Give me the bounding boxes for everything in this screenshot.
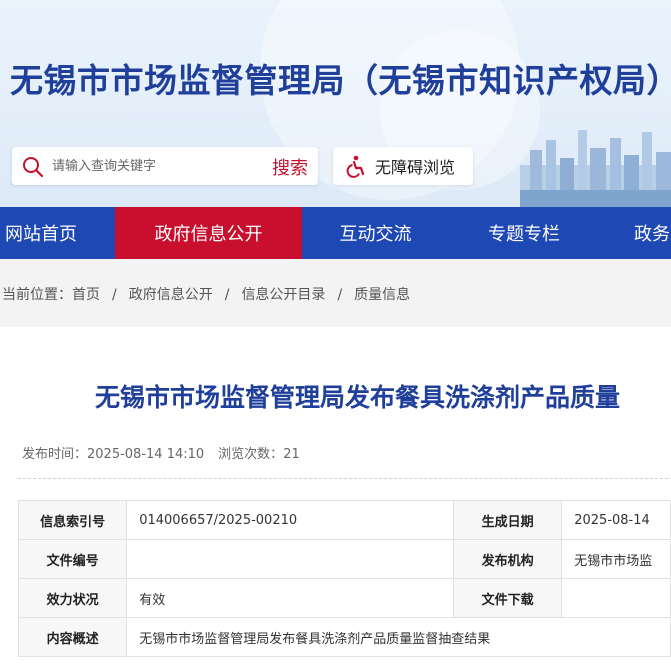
breadcrumb-separator: /: [337, 287, 343, 303]
table-row: 文件编号 发布机构 无锡市市场监: [17, 539, 671, 579]
search-icon[interactable]: [21, 155, 45, 179]
breadcrumb-bar: 当前位置：首页 / 政府信息公开 / 信息公开目录 / 质量信息: [0, 259, 671, 327]
divider: [18, 478, 671, 479]
publish-time: 2025-08-14 14:10: [87, 447, 205, 462]
table-row: 信息索引号 014006657/2025-00210 生成日期 2025-08-…: [17, 500, 671, 540]
view-count: 21: [283, 447, 300, 462]
breadcrumb-separator: /: [224, 287, 230, 303]
table-label: 文件下载: [453, 578, 563, 618]
breadcrumb-quality-info[interactable]: 质量信息: [354, 287, 410, 303]
table-label: 内容概述: [17, 617, 128, 657]
table-value: [126, 539, 455, 579]
nav-item-home[interactable]: 网站首页: [0, 207, 82, 259]
table-value: 无锡市市场监: [561, 539, 671, 579]
search-button[interactable]: 搜索: [272, 154, 308, 180]
article-meta: 发布时间：2025-08-14 14:10 浏览次数：21: [22, 443, 300, 462]
file-download-link[interactable]: [561, 578, 671, 618]
nav-item-gov-affairs[interactable]: 政务: [620, 207, 671, 259]
nav-item-gov-info[interactable]: 政府信息公开: [115, 207, 302, 259]
search-input[interactable]: [52, 154, 252, 178]
table-label: 生成日期: [453, 500, 563, 540]
accessibility-button[interactable]: 无障碍浏览: [333, 147, 473, 185]
table-label: 文件编号: [17, 539, 128, 579]
table-value: 无锡市市场监督管理局发布餐具洗涤剂产品质量监督抽查结果: [126, 617, 671, 657]
table-value: 014006657/2025-00210: [126, 500, 455, 540]
info-table: 信息索引号 014006657/2025-00210 生成日期 2025-08-…: [17, 500, 671, 657]
article-title: 无锡市市场监督管理局发布餐具洗涤剂产品质量: [95, 383, 621, 412]
views-label: 浏览次数：: [218, 447, 284, 462]
city-skyline-image: [520, 130, 671, 207]
table-value: 有效: [126, 578, 455, 618]
table-row: 内容概述 无锡市市场监督管理局发布餐具洗涤剂产品质量监督抽查结果: [17, 617, 671, 657]
breadcrumb-home[interactable]: 首页: [72, 287, 100, 303]
table-label: 效力状况: [17, 578, 128, 618]
nav-item-special[interactable]: 专题专栏: [449, 207, 599, 259]
breadcrumb-separator: /: [112, 287, 117, 303]
breadcrumb: 当前位置：首页 / 政府信息公开 / 信息公开目录 / 质量信息: [2, 284, 410, 304]
table-label: 信息索引号: [17, 500, 128, 540]
search-box: 搜索: [12, 147, 318, 185]
breadcrumb-prefix: 当前位置：: [2, 287, 72, 303]
table-label: 发布机构: [453, 539, 563, 579]
nav-item-interaction[interactable]: 互动交流: [302, 207, 449, 259]
breadcrumb-catalog[interactable]: 信息公开目录: [241, 287, 325, 303]
site-title: 无锡市市场监督管理局（无锡市知识产权局）: [10, 61, 671, 100]
publish-time-label: 发布时间：: [22, 447, 88, 462]
table-row: 效力状况 有效 文件下载: [17, 578, 671, 618]
accessibility-label: 无障碍浏览: [375, 158, 456, 177]
wheelchair-icon: [346, 155, 365, 178]
main-nav: 网站首页 政府信息公开 互动交流 专题专栏 政务: [0, 207, 671, 259]
table-value: 2025-08-14: [561, 500, 671, 540]
header-banner: 无锡市市场监督管理局（无锡市知识产权局） 搜索 无障碍浏览: [0, 0, 671, 207]
breadcrumb-gov-info[interactable]: 政府信息公开: [129, 287, 213, 303]
